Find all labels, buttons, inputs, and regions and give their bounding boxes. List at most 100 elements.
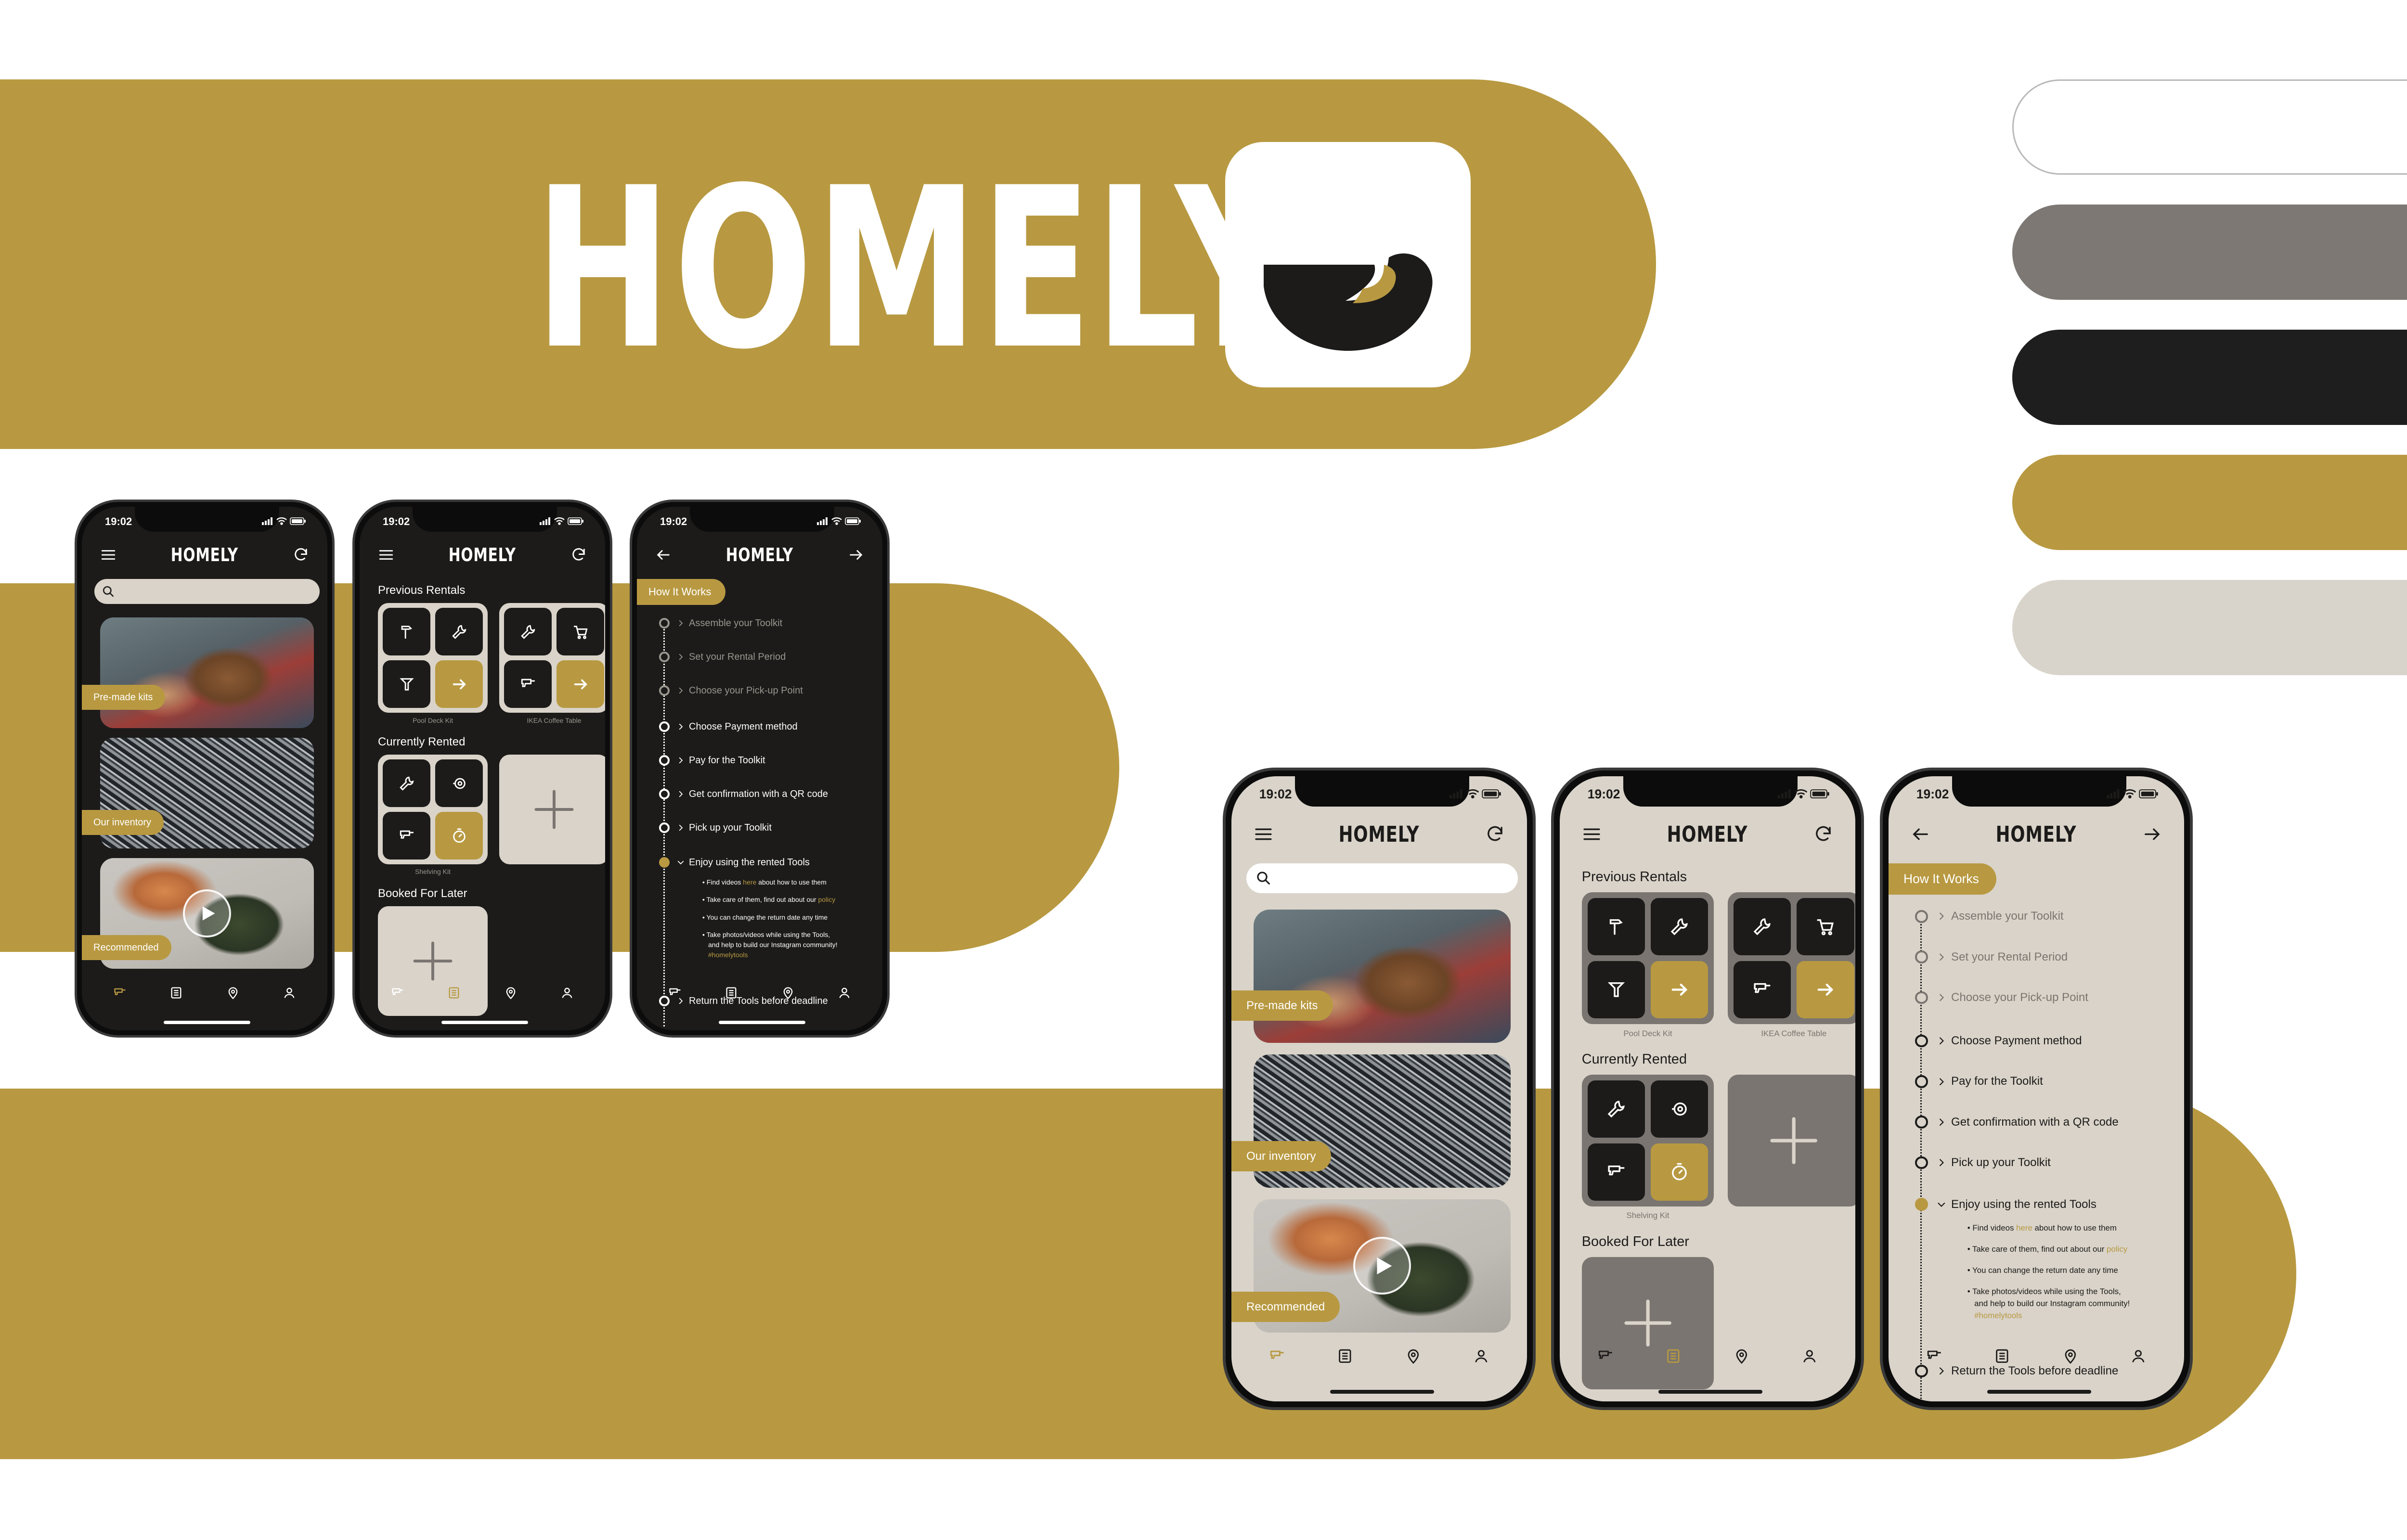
app-title: HOMELY xyxy=(1339,821,1420,847)
timeline-step[interactable]: Pay for the Toolkit xyxy=(1936,1072,2043,1091)
detail-bullet: • Take care of them, find out about our … xyxy=(1967,1245,2128,1254)
step-label: Enjoy using the rented Tools xyxy=(689,857,810,868)
plus-icon xyxy=(1768,1115,1820,1167)
home-card[interactable] xyxy=(1253,909,1511,1043)
tab-toolkits[interactable] xyxy=(1926,1348,1942,1364)
timeline-step[interactable]: Assemble your Toolkit xyxy=(676,615,782,631)
videos-link[interactable]: here xyxy=(743,878,756,886)
step-label: Pick up your Toolkit xyxy=(689,822,772,833)
kit-card-shelving[interactable] xyxy=(378,755,488,864)
timeline-step[interactable]: Choose your Pick-up Point xyxy=(676,682,803,699)
refresh-icon[interactable] xyxy=(1813,824,1833,844)
tab-locations[interactable] xyxy=(226,986,240,1000)
sander-icon xyxy=(1669,1099,1689,1119)
kit-card-shelving[interactable] xyxy=(1581,1074,1714,1207)
palette-swatch xyxy=(2012,455,2407,550)
timer-icon xyxy=(1669,1162,1689,1182)
timeline-step[interactable]: Choose Payment method xyxy=(1936,1031,2082,1051)
instagram-hashtag[interactable]: #homelytools xyxy=(1974,1311,2022,1321)
refresh-icon[interactable] xyxy=(1485,824,1505,844)
forward-arrow-icon[interactable] xyxy=(2142,824,2162,844)
tab-rentals[interactable] xyxy=(169,986,183,1000)
battery-icon xyxy=(568,517,584,525)
profile-icon xyxy=(283,986,296,1000)
back-arrow-icon[interactable] xyxy=(1911,824,1930,844)
timeline-step[interactable]: Pick up your Toolkit xyxy=(676,820,772,836)
tab-toolkits[interactable] xyxy=(1597,1348,1614,1364)
tab-profile[interactable] xyxy=(1801,1348,1818,1364)
timeline-step[interactable]: Choose your Pick-up Point xyxy=(1936,988,2088,1007)
add-rental-button[interactable] xyxy=(1728,1074,1855,1207)
wifi-icon xyxy=(2123,789,2136,798)
app-title: HOMELY xyxy=(448,544,517,565)
add-rental-button[interactable] xyxy=(499,755,605,864)
kit-card-pool-deck[interactable] xyxy=(1581,892,1714,1025)
chevron-down-icon xyxy=(1936,1199,1947,1210)
timeline-step[interactable]: Set your Rental Period xyxy=(676,649,786,665)
tab-rentals[interactable] xyxy=(725,986,738,1000)
tab-locations[interactable] xyxy=(1734,1348,1750,1364)
tab-locations[interactable] xyxy=(504,986,518,1000)
tab-toolkits[interactable] xyxy=(113,986,127,1000)
tab-profile[interactable] xyxy=(1473,1348,1489,1364)
refresh-icon[interactable] xyxy=(293,547,309,563)
videos-link[interactable]: here xyxy=(2016,1223,2032,1232)
home-card[interactable] xyxy=(100,617,314,728)
tab-profile[interactable] xyxy=(2130,1348,2147,1364)
timeline-step[interactable]: Assemble your Toolkit xyxy=(1936,907,2064,926)
timeline-step[interactable]: Enjoy using the rented Tools xyxy=(1936,1194,2096,1214)
timeline-step[interactable]: Enjoy using the rented Tools xyxy=(676,854,810,871)
menu-icon[interactable] xyxy=(100,547,116,563)
phone-mockup-rent: 19:02 HOMELY Previous Rentals Pool Deck Kit… xyxy=(1551,768,1864,1410)
forward-arrow-icon[interactable] xyxy=(848,547,864,563)
tab-profile[interactable] xyxy=(838,986,851,1000)
kit-tool-cell xyxy=(1651,1080,1708,1138)
tab-rentals[interactable] xyxy=(1337,1348,1353,1364)
tab-rentals[interactable] xyxy=(1994,1348,2010,1364)
app-title: HOMELY xyxy=(1667,821,1748,847)
play-button[interactable] xyxy=(1353,1236,1411,1295)
tab-profile[interactable] xyxy=(283,986,296,1000)
card-label: Our inventory xyxy=(82,810,164,835)
timeline-step[interactable]: Get confirmation with a QR code xyxy=(1936,1112,2119,1132)
tab-locations[interactable] xyxy=(2062,1348,2079,1364)
chevron-right-icon xyxy=(676,823,685,832)
tab-toolkits[interactable] xyxy=(1269,1348,1285,1364)
instagram-hashtag[interactable]: #homelytools xyxy=(708,951,748,959)
tab-locations[interactable] xyxy=(781,986,795,1000)
kit-card-ikea[interactable] xyxy=(1728,892,1855,1025)
timeline-step[interactable]: Pick up your Toolkit xyxy=(1936,1153,2051,1172)
tab-rentals[interactable] xyxy=(447,986,461,1000)
app-header: HOMELY xyxy=(1889,817,2184,851)
kit-card-pool-deck[interactable] xyxy=(378,603,488,713)
tab-rentals[interactable] xyxy=(1665,1348,1682,1364)
phone-notch xyxy=(1295,776,1469,807)
signal-icon xyxy=(1449,789,1463,798)
signal-icon xyxy=(817,517,828,525)
policy-link[interactable]: policy xyxy=(2107,1245,2127,1254)
menu-icon[interactable] xyxy=(1582,824,1602,844)
timeline-step[interactable]: Set your Rental Period xyxy=(1936,947,2068,967)
search-bar[interactable] xyxy=(94,579,320,604)
timeline-step[interactable]: Get confirmation with a QR code xyxy=(676,786,828,802)
location-pin-icon xyxy=(504,986,518,1000)
tab-toolkits[interactable] xyxy=(391,986,404,1000)
search-bar[interactable] xyxy=(1246,863,1518,894)
home-indicator xyxy=(719,1021,805,1024)
menu-icon[interactable] xyxy=(378,547,394,563)
app-title: HOMELY xyxy=(1996,821,2077,847)
play-button[interactable] xyxy=(183,889,231,937)
back-arrow-icon[interactable] xyxy=(655,547,672,563)
tab-profile[interactable] xyxy=(560,986,574,1000)
policy-link[interactable]: policy xyxy=(818,896,835,903)
tab-toolkits[interactable] xyxy=(668,986,682,1000)
detail-bullet: • Take care of them, find out about our … xyxy=(702,896,836,904)
kit-card-ikea[interactable] xyxy=(499,603,605,713)
step-label: Pay for the Toolkit xyxy=(689,755,765,766)
timeline-dot xyxy=(1915,1116,1928,1129)
timeline-step[interactable]: Pay for the Toolkit xyxy=(676,752,765,769)
refresh-icon[interactable] xyxy=(570,547,587,563)
menu-icon[interactable] xyxy=(1254,824,1273,844)
timeline-step[interactable]: Choose Payment method xyxy=(676,719,798,735)
tab-locations[interactable] xyxy=(1405,1348,1422,1364)
